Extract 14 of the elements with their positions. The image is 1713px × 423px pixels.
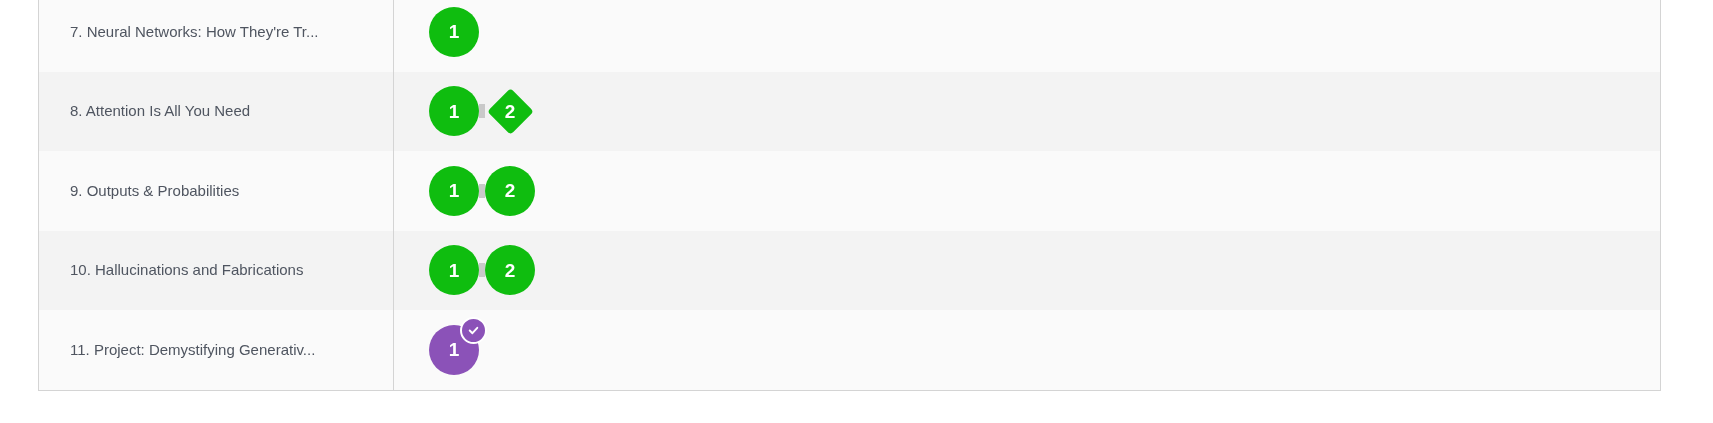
step-badge[interactable]: 2: [485, 165, 535, 216]
lesson-title: 8. Attention Is All You Need: [70, 101, 251, 121]
step-connector: [479, 183, 485, 198]
lesson-title: 9. Outputs & Probabilities: [70, 180, 240, 201]
lesson-title: 10. Hallucinations and Fabrications: [70, 260, 304, 280]
step-badge[interactable]: 2: [485, 245, 535, 296]
lesson-title: 7. Neural Networks: How They're Tr...: [70, 21, 319, 42]
step-badge[interactable]: 1: [429, 6, 479, 57]
lesson-title: 11. Project: Demystifying Generativ...: [70, 339, 316, 360]
step-badge[interactable]: 1: [429, 165, 479, 216]
step-connector: [479, 263, 485, 278]
step-badge[interactable]: 1: [429, 86, 479, 137]
step-connector: [479, 104, 485, 119]
step-badge[interactable]: 1: [429, 245, 479, 296]
